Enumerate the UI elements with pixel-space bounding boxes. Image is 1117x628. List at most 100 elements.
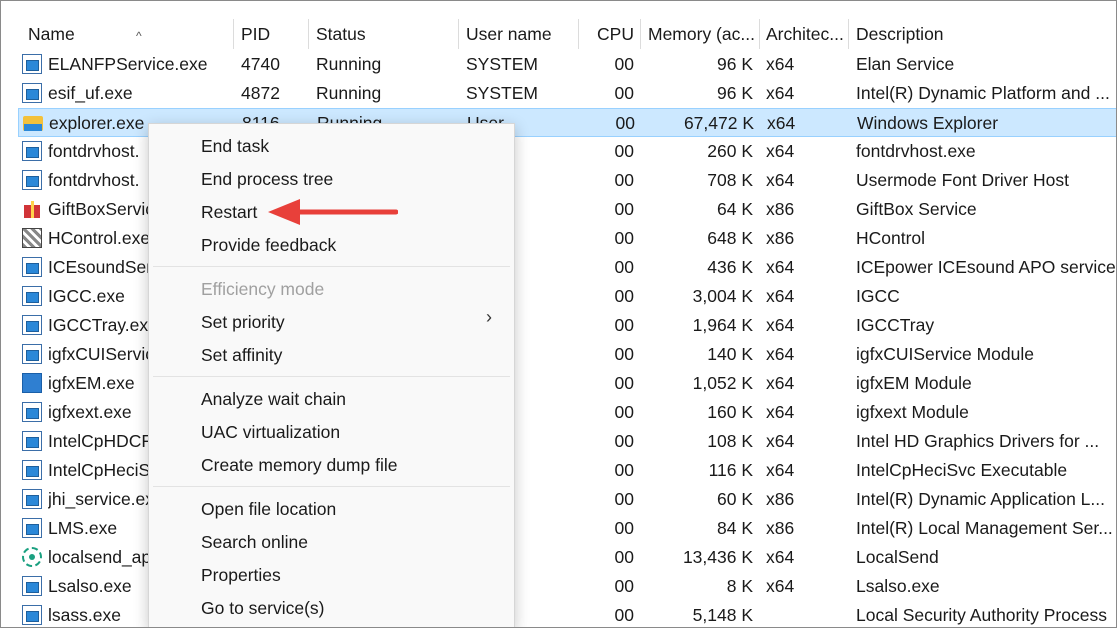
menu-item-restart[interactable]: Restart	[201, 197, 257, 227]
cell-cpu: 00	[614, 228, 634, 248]
column-header-description[interactable]: Description	[856, 19, 1106, 49]
cell-cpu: 00	[614, 170, 634, 190]
cell-memory: 96 K	[717, 54, 753, 74]
cell-architecture: x64	[766, 54, 795, 74]
exe-icon	[22, 518, 42, 538]
cell-cpu: 00	[614, 460, 634, 480]
cell-description: igfxCUIService Module	[856, 344, 1034, 364]
cell-architecture: x64	[767, 113, 796, 133]
menu-item-go-to-services[interactable]: Go to service(s)	[201, 593, 325, 623]
cell-architecture: x64	[766, 431, 795, 451]
cell-cpu: 00	[614, 54, 634, 74]
column-divider[interactable]	[848, 19, 849, 49]
cell-cpu: 00	[614, 199, 634, 219]
cell-architecture: x86	[766, 199, 795, 219]
column-divider[interactable]	[458, 19, 459, 49]
cell-cpu: 00	[614, 547, 634, 567]
cell-cpu: 00	[614, 576, 634, 596]
cell-architecture: x64	[766, 402, 795, 422]
cell-memory: 708 K	[707, 170, 753, 190]
cell-description: LocalSend	[856, 547, 939, 567]
exe-icon	[22, 605, 42, 625]
menu-item-open-file-location[interactable]: Open file location	[201, 494, 336, 524]
intel-icon	[22, 373, 42, 393]
cell-user-name: SYSTEM	[466, 83, 538, 103]
cell-memory: 84 K	[717, 518, 753, 538]
cell-user-name: SYSTEM	[466, 54, 538, 74]
annotation-arrow-icon	[268, 199, 398, 225]
cell-description: Intel(R) Dynamic Application L...	[856, 489, 1105, 509]
cell-description: HControl	[856, 228, 926, 248]
exe-icon	[22, 489, 42, 509]
cell-description: igfxEM Module	[856, 373, 972, 393]
cell-architecture: x64	[766, 315, 795, 335]
cell-memory: 160 K	[707, 402, 753, 422]
cell-architecture: x64	[766, 576, 795, 596]
task-manager-details-view: Name ^ PID Status User name CPU Memory (…	[0, 0, 1117, 628]
menu-item-provide-feedback[interactable]: Provide feedback	[201, 230, 336, 260]
menu-item-set-affinity[interactable]: Set affinity	[201, 340, 282, 370]
cell-architecture	[766, 601, 846, 627]
cell-description: IGCC	[856, 286, 900, 306]
column-divider[interactable]	[233, 19, 234, 49]
cell-cpu: 00	[615, 113, 635, 133]
cell-cpu: 00	[614, 402, 634, 422]
table-row[interactable]: esif_uf.exe 4872 Running SYSTEM 00 96 K x64 Int…	[18, 79, 1116, 108]
gift-icon	[22, 199, 42, 219]
cell-architecture: x64	[766, 170, 795, 190]
cell-memory: 67,472 K	[683, 113, 754, 133]
cell-cpu: 00	[614, 373, 634, 393]
column-header-row: Name ^ PID Status User name CPU Memory (…	[18, 19, 1116, 49]
cell-description: Local Security Authority Process	[856, 605, 1107, 625]
cell-description: Windows Explorer	[857, 113, 999, 133]
menu-item-properties[interactable]: Properties	[201, 560, 281, 590]
menu-item-efficiency-mode: Efficiency mode	[201, 279, 325, 299]
menu-item-end-task[interactable]: End task	[201, 131, 269, 161]
submenu-chevron-icon: ›	[486, 307, 492, 327]
cell-description: Elan Service	[856, 54, 955, 74]
column-header-cpu[interactable]: CPU	[578, 19, 634, 49]
sort-ascending-icon: ^	[136, 29, 142, 43]
menu-item-uac-virtualization[interactable]: UAC virtualization	[201, 417, 340, 447]
cell-cpu: 00	[614, 605, 634, 625]
cell-memory: 60 K	[717, 489, 753, 509]
cell-description: fontdrvhost.exe	[856, 141, 976, 161]
cell-cpu: 00	[614, 315, 634, 335]
hcontrol-icon	[22, 228, 42, 248]
cell-memory: 96 K	[717, 83, 753, 103]
cell-cpu: 00	[614, 518, 634, 538]
exe-icon	[22, 460, 42, 480]
cell-architecture: x86	[766, 518, 795, 538]
cell-memory: 260 K	[707, 141, 753, 161]
menu-item-analyze-wait-chain[interactable]: Analyze wait chain	[201, 384, 346, 414]
menu-item-end-process-tree[interactable]: End process tree	[201, 164, 333, 194]
cell-architecture: x64	[766, 141, 795, 161]
table-row[interactable]: ELANFPService.exe 4740 Running SYSTEM 00 96 K…	[18, 50, 1116, 79]
cell-name: ELANFPService.exe	[48, 54, 208, 74]
exe-icon	[22, 431, 42, 451]
column-header-user-name[interactable]: User name	[466, 19, 596, 49]
column-divider[interactable]	[759, 19, 760, 49]
cell-memory: 64 K	[717, 199, 753, 219]
menu-item-set-priority[interactable]: Set priority	[201, 307, 285, 337]
column-header-memory[interactable]: Memory (ac...	[648, 19, 760, 49]
cell-architecture: x86	[766, 228, 795, 248]
column-header-architecture[interactable]: Architec...	[766, 19, 850, 49]
menu-item-search-online[interactable]: Search online	[201, 527, 308, 557]
cell-name: esif_uf.exe	[48, 83, 133, 103]
cell-description: IntelCpHeciSvc Executable	[856, 460, 1068, 480]
cell-architecture: x64	[766, 286, 795, 306]
column-header-name[interactable]: Name	[28, 19, 228, 49]
cell-cpu: 00	[614, 489, 634, 509]
column-divider[interactable]	[640, 19, 641, 49]
cell-description: Usermode Font Driver Host	[856, 170, 1069, 190]
column-divider[interactable]	[308, 19, 309, 49]
menu-item-create-memory-dump[interactable]: Create memory dump file	[201, 450, 397, 480]
cell-memory: 108 K	[707, 431, 753, 451]
column-header-pid[interactable]: PID	[241, 19, 311, 49]
cell-description: igfxext Module	[856, 402, 969, 422]
cell-architecture: x64	[766, 547, 795, 567]
cell-description: Intel HD Graphics Drivers for ...	[856, 431, 1100, 451]
menu-divider	[153, 376, 510, 377]
column-header-status[interactable]: Status	[316, 19, 456, 49]
